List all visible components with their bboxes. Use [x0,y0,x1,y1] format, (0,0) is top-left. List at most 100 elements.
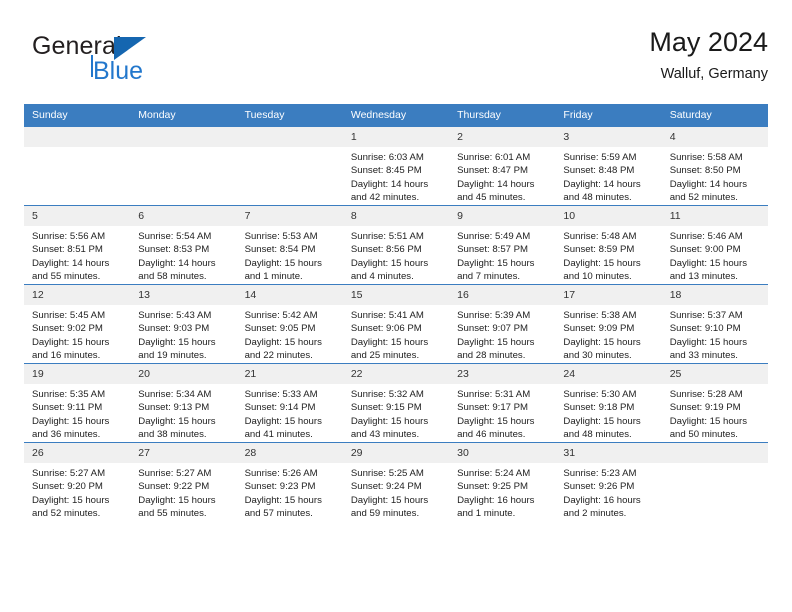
day-details: Sunrise: 5:45 AM Sunset: 9:02 PM Daylight:… [24,305,130,363]
sunset-text: Sunset: 9:23 PM [244,481,316,493]
sunset-text: Sunset: 8:51 PM [32,244,103,256]
daylight-text-line2: and 52 minutes. [669,192,738,204]
calendar-day-cell[interactable]: 26 Sunrise: 5:27 AM Sunset: 9:20 PM Dayligh… [24,442,131,521]
weekday-header-sunday: Sunday [24,104,131,127]
sunrise-text: Sunrise: 5:45 AM [32,310,106,321]
daylight-text-line1: Daylight: 15 hours [669,257,748,269]
calendar-day-cell[interactable]: 22 Sunrise: 5:32 AM Sunset: 9:15 PM Dayligh… [342,363,450,443]
calendar-day-cell[interactable]: 23 Sunrise: 5:31 AM Sunset: 9:17 PM Dayligh… [449,363,556,443]
sunrise-text: Sunrise: 5:49 AM [457,231,531,242]
daylight-text-line1: Daylight: 16 hours [563,494,641,506]
day-details: Sunrise: 5:54 AM Sunset: 8:53 PM Daylight:… [130,226,236,284]
calendar-day-cell[interactable]: 25 Sunrise: 5:28 AM Sunset: 9:19 PM Dayligh… [661,363,768,443]
sunrise-text: Sunrise: 5:34 AM [138,389,212,400]
calendar-day-cell[interactable]: 31 Sunrise: 5:23 AM Sunset: 9:26 PM Dayligh… [555,442,662,521]
weekday-header-saturday: Saturday [661,104,768,127]
day-number: 18 [661,285,768,305]
day-number: 19 [24,364,131,384]
daylight-text-line1: Daylight: 15 hours [138,336,216,348]
day-details: Sunrise: 5:49 AM Sunset: 8:57 PM Daylight:… [449,226,555,284]
calendar-day-cell[interactable]: 15 Sunrise: 5:41 AM Sunset: 9:06 PM Dayligh… [342,284,450,364]
calendar-day-cell[interactable]: 29 Sunrise: 5:25 AM Sunset: 9:24 PM Dayligh… [342,442,450,521]
sunrise-text: Sunrise: 5:56 AM [32,231,106,242]
daylight-text-line1: Daylight: 15 hours [138,494,216,506]
sunset-text: Sunset: 9:13 PM [138,402,210,414]
calendar-week-row: 26 Sunrise: 5:27 AM Sunset: 9:20 PM Dayligh… [24,442,768,521]
daylight-text-line1: Daylight: 15 hours [350,257,429,269]
daylight-text-line1: Daylight: 15 hours [244,336,322,348]
day-details: Sunrise: 6:01 AM Sunset: 8:47 PM Daylight:… [449,147,555,205]
calendar-day-cell[interactable]: 20 Sunrise: 5:34 AM Sunset: 9:13 PM Dayligh… [130,363,237,443]
day-details: Sunrise: 5:48 AM Sunset: 8:59 PM Daylight:… [555,226,661,284]
day-details: Sunrise: 5:28 AM Sunset: 9:19 PM Daylight:… [662,384,768,442]
daylight-text-line2: and 19 minutes. [138,350,207,362]
calendar-day-cell[interactable]: 11 Sunrise: 5:46 AM Sunset: 9:00 PM Dayligh… [661,205,768,285]
daylight-text-line1: Daylight: 15 hours [32,415,110,427]
weekday-header-row: Sunday Monday Tuesday Wednesday Thursday… [24,104,768,127]
calendar-day-cell[interactable]: 5 Sunrise: 5:56 AM Sunset: 8:51 PM Daylight… [24,205,131,285]
daylight-text-line2: and 2 minutes. [563,508,627,520]
sunset-text: Sunset: 9:10 PM [669,323,741,335]
day-number: 6 [130,206,237,226]
sunset-text: Sunset: 8:47 PM [457,165,529,177]
day-number: 9 [449,206,556,226]
calendar-day-cell[interactable]: 10 Sunrise: 5:48 AM Sunset: 8:59 PM Dayligh… [555,205,662,285]
sunset-text: Sunset: 9:11 PM [32,402,103,414]
calendar-day-cell[interactable]: 24 Sunrise: 5:30 AM Sunset: 9:18 PM Dayligh… [555,363,662,443]
day-details: Sunrise: 5:26 AM Sunset: 9:23 PM Daylight:… [237,463,343,521]
sunrise-text: Sunrise: 5:26 AM [244,468,318,479]
calendar-day-cell[interactable]: 27 Sunrise: 5:27 AM Sunset: 9:22 PM Dayligh… [130,442,237,521]
calendar-day-cell[interactable]: 12 Sunrise: 5:45 AM Sunset: 9:02 PM Dayligh… [24,284,131,364]
sunset-text: Sunset: 9:00 PM [669,244,741,256]
day-details: Sunrise: 5:30 AM Sunset: 9:18 PM Daylight:… [555,384,661,442]
calendar-week-row: 5 Sunrise: 5:56 AM Sunset: 8:51 PM Daylight… [24,205,768,285]
daylight-text-line2: and 13 minutes. [669,271,738,283]
day-number: 24 [555,364,662,384]
daylight-text-line2: and 41 minutes. [244,429,313,441]
day-details: Sunrise: 5:41 AM Sunset: 9:06 PM Daylight:… [343,305,449,363]
calendar-day-cell[interactable]: 6 Sunrise: 5:54 AM Sunset: 8:53 PM Daylight… [130,205,237,285]
day-details: Sunrise: 5:34 AM Sunset: 9:13 PM Daylight:… [130,384,236,442]
calendar-cell-empty [24,126,131,206]
calendar-day-cell[interactable]: 9 Sunrise: 5:49 AM Sunset: 8:57 PM Daylight… [449,205,556,285]
calendar-day-cell[interactable]: 8 Sunrise: 5:51 AM Sunset: 8:56 PM Daylight… [342,205,450,285]
daylight-text-line2: and 46 minutes. [457,429,526,441]
daylight-text-line2: and 48 minutes. [563,192,632,204]
calendar-day-cell[interactable]: 1 Sunrise: 6:03 AM Sunset: 8:45 PM Daylight… [342,126,450,206]
calendar-day-cell[interactable]: 17 Sunrise: 5:38 AM Sunset: 9:09 PM Dayligh… [555,284,662,364]
sunset-text: Sunset: 9:09 PM [563,323,635,335]
day-details: Sunrise: 5:43 AM Sunset: 9:03 PM Daylight:… [130,305,236,363]
calendar-day-cell[interactable]: 7 Sunrise: 5:53 AM Sunset: 8:54 PM Daylight… [236,205,343,285]
calendar-day-cell[interactable]: 3 Sunrise: 5:59 AM Sunset: 8:48 PM Daylight… [555,126,662,206]
day-details: Sunrise: 5:39 AM Sunset: 9:07 PM Daylight:… [449,305,555,363]
day-details: Sunrise: 5:38 AM Sunset: 9:09 PM Daylight:… [555,305,661,363]
day-number: 14 [236,285,343,305]
sunrise-text: Sunrise: 6:03 AM [350,152,424,163]
sunset-text: Sunset: 9:02 PM [32,323,103,335]
weekday-header-friday: Friday [555,104,662,127]
day-number: 12 [24,285,131,305]
sunset-text: Sunset: 9:22 PM [138,481,210,493]
calendar-day-cell[interactable]: 21 Sunrise: 5:33 AM Sunset: 9:14 PM Dayligh… [236,363,343,443]
calendar-day-cell[interactable]: 30 Sunrise: 5:24 AM Sunset: 9:25 PM Dayligh… [449,442,556,521]
day-number: 11 [661,206,768,226]
daylight-text-line2: and 10 minutes. [563,271,632,283]
brand-logo[interactable]: General Blue [32,32,242,90]
daylight-text-line1: Daylight: 14 hours [350,178,429,190]
daylight-text-line1: Daylight: 14 hours [563,178,641,190]
calendar-day-cell[interactable]: 18 Sunrise: 5:37 AM Sunset: 9:10 PM Dayligh… [661,284,768,364]
day-number: 20 [130,364,237,384]
calendar-day-cell[interactable]: 28 Sunrise: 5:26 AM Sunset: 9:23 PM Dayligh… [236,442,343,521]
calendar-day-cell[interactable]: 13 Sunrise: 5:43 AM Sunset: 9:03 PM Dayligh… [130,284,237,364]
sunset-text: Sunset: 9:14 PM [244,402,316,414]
calendar-day-cell[interactable]: 19 Sunrise: 5:35 AM Sunset: 9:11 PM Dayligh… [24,363,131,443]
calendar-day-cell[interactable]: 14 Sunrise: 5:42 AM Sunset: 9:05 PM Dayligh… [236,284,343,364]
daylight-text-line1: Daylight: 15 hours [563,257,641,269]
day-number: 1 [342,127,450,147]
day-details: Sunrise: 5:27 AM Sunset: 9:20 PM Daylight:… [24,463,130,521]
sunrise-text: Sunrise: 5:51 AM [350,231,424,242]
calendar-day-cell[interactable]: 2 Sunrise: 6:01 AM Sunset: 8:47 PM Daylight… [449,126,556,206]
day-number: 4 [661,127,768,147]
calendar-day-cell[interactable]: 4 Sunrise: 5:58 AM Sunset: 8:50 PM Daylight… [661,126,768,206]
calendar-day-cell[interactable]: 16 Sunrise: 5:39 AM Sunset: 9:07 PM Dayligh… [449,284,556,364]
